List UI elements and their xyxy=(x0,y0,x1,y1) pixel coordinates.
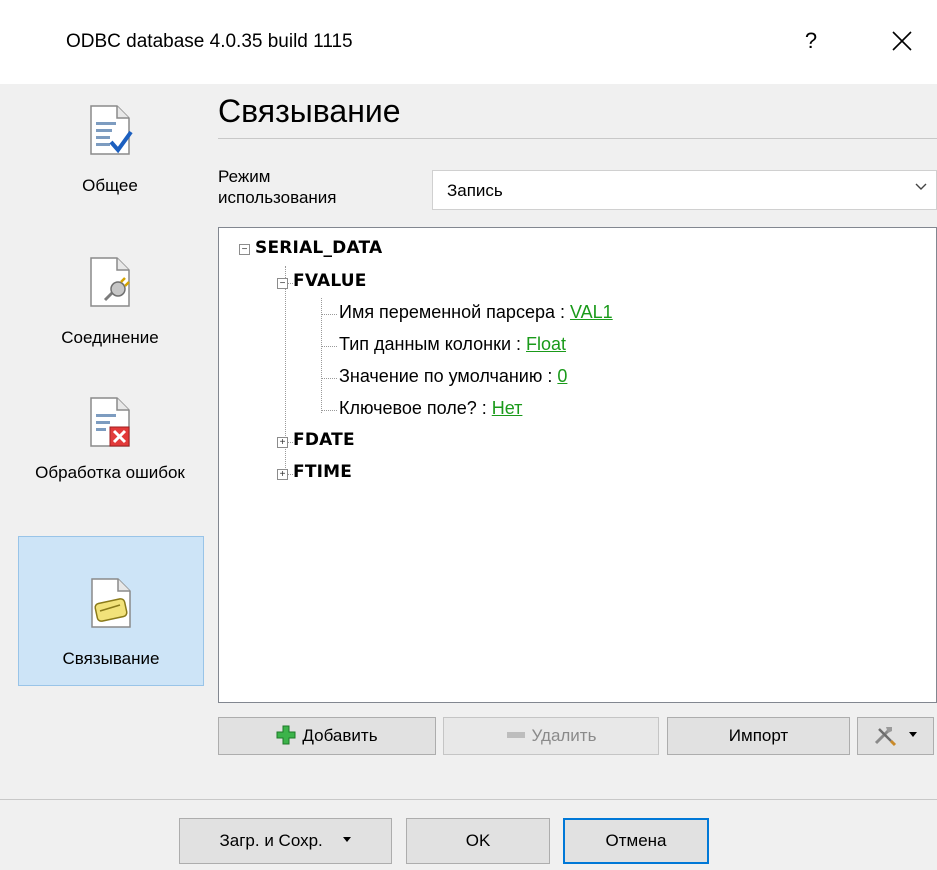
sidebar-item-label: Связывание xyxy=(62,649,160,668)
collapse-fvalue-toggle[interactable]: − xyxy=(277,278,288,289)
ok-button[interactable]: OK xyxy=(406,818,550,864)
sidebar-item-label: Общее xyxy=(82,176,138,195)
mode-select-value: Запись xyxy=(447,181,503,200)
connection-plug-icon xyxy=(90,257,130,307)
cancel-button[interactable]: Отмена xyxy=(563,818,709,864)
heading-divider xyxy=(218,138,937,139)
sidebar-item-connection[interactable]: Соединение xyxy=(18,256,202,366)
prop-value-link[interactable]: 0 xyxy=(557,366,567,386)
mode-select[interactable]: Запись xyxy=(432,170,937,210)
expand-ftime-toggle[interactable]: + xyxy=(277,469,288,480)
sidebar-item-label: Соединение xyxy=(61,328,159,347)
footer-divider xyxy=(0,799,937,800)
import-button-label: Импорт xyxy=(728,726,789,745)
prop-label: Ключевое поле? : xyxy=(339,398,492,418)
tree-connector xyxy=(321,314,337,315)
dropdown-arrow-icon xyxy=(342,837,351,842)
delete-button-label: Удалить xyxy=(531,726,597,745)
prop-label: Имя переменной парсера : xyxy=(339,302,570,322)
help-button[interactable]: ? xyxy=(796,26,826,56)
close-icon xyxy=(892,31,912,51)
ok-button-label: OK xyxy=(465,831,491,850)
title-bar: ODBC database 4.0.35 build 1115 ? xyxy=(0,0,937,84)
prop-value-link[interactable]: Нет xyxy=(492,398,523,418)
import-button[interactable]: Импорт xyxy=(667,717,850,755)
tree-prop-parser-variable[interactable]: Имя переменной парсера : VAL1 xyxy=(339,302,613,323)
mode-label: Режим использования xyxy=(218,167,337,207)
tools-menu-button[interactable] xyxy=(857,717,934,755)
tree-node-fdate[interactable]: FDATE xyxy=(293,430,355,450)
expand-fdate-toggle[interactable]: + xyxy=(277,437,288,448)
error-handling-icon xyxy=(90,397,130,447)
load-save-label: Загр. и Сохр. xyxy=(219,831,323,850)
cancel-button-label: Отмена xyxy=(605,831,667,850)
plus-icon xyxy=(276,725,296,745)
tree-prop-default-value[interactable]: Значение по умолчанию : 0 xyxy=(339,366,567,387)
sidebar-item-label: Обработка ошибок xyxy=(35,463,185,482)
general-document-check-icon xyxy=(90,105,133,155)
window-title: ODBC database 4.0.35 build 1115 xyxy=(66,31,353,52)
add-button-label: Добавить xyxy=(302,726,378,745)
tree-prop-key-field[interactable]: Ключевое поле? : Нет xyxy=(339,398,522,419)
tree-connector xyxy=(321,298,322,413)
prop-label: Тип данным колонки : xyxy=(339,334,526,354)
sidebar-item-binding[interactable]: Связывание xyxy=(18,536,204,686)
binding-tree[interactable]: − SERIAL_DATA − FVALUE Имя переменной па… xyxy=(218,227,937,703)
tree-prop-column-type[interactable]: Тип данным колонки : Float xyxy=(339,334,566,355)
prop-value-link[interactable]: VAL1 xyxy=(570,302,613,322)
prop-label: Значение по умолчанию : xyxy=(339,366,558,386)
tree-node-ftime[interactable]: FTIME xyxy=(293,462,352,482)
prop-value-link[interactable]: Float xyxy=(526,334,566,354)
sidebar: Общее Соединение Обработка ошибок Связыв… xyxy=(0,84,215,784)
tools-icon xyxy=(875,727,897,747)
tree-node-fvalue[interactable]: FVALUE xyxy=(293,271,367,291)
delete-button[interactable]: Удалить xyxy=(443,717,659,755)
load-save-button[interactable]: Загр. и Сохр. xyxy=(179,818,392,864)
dropdown-arrow-icon xyxy=(908,732,917,737)
sidebar-item-error-handling[interactable]: Обработка ошибок xyxy=(18,396,202,526)
chevron-down-icon xyxy=(914,179,928,198)
tree-connector xyxy=(321,410,337,411)
add-button[interactable]: Добавить xyxy=(218,717,436,755)
binding-clip-icon xyxy=(91,578,131,628)
tree-connector xyxy=(321,378,337,379)
tree-node-serial-data[interactable]: SERIAL_DATA xyxy=(255,238,382,258)
collapse-root-toggle[interactable]: − xyxy=(239,244,250,255)
page-title: Связывание xyxy=(218,93,401,129)
sidebar-item-general[interactable]: Общее xyxy=(18,104,202,214)
minus-icon xyxy=(506,732,525,738)
close-button[interactable] xyxy=(885,24,919,58)
tree-connector xyxy=(321,346,337,347)
